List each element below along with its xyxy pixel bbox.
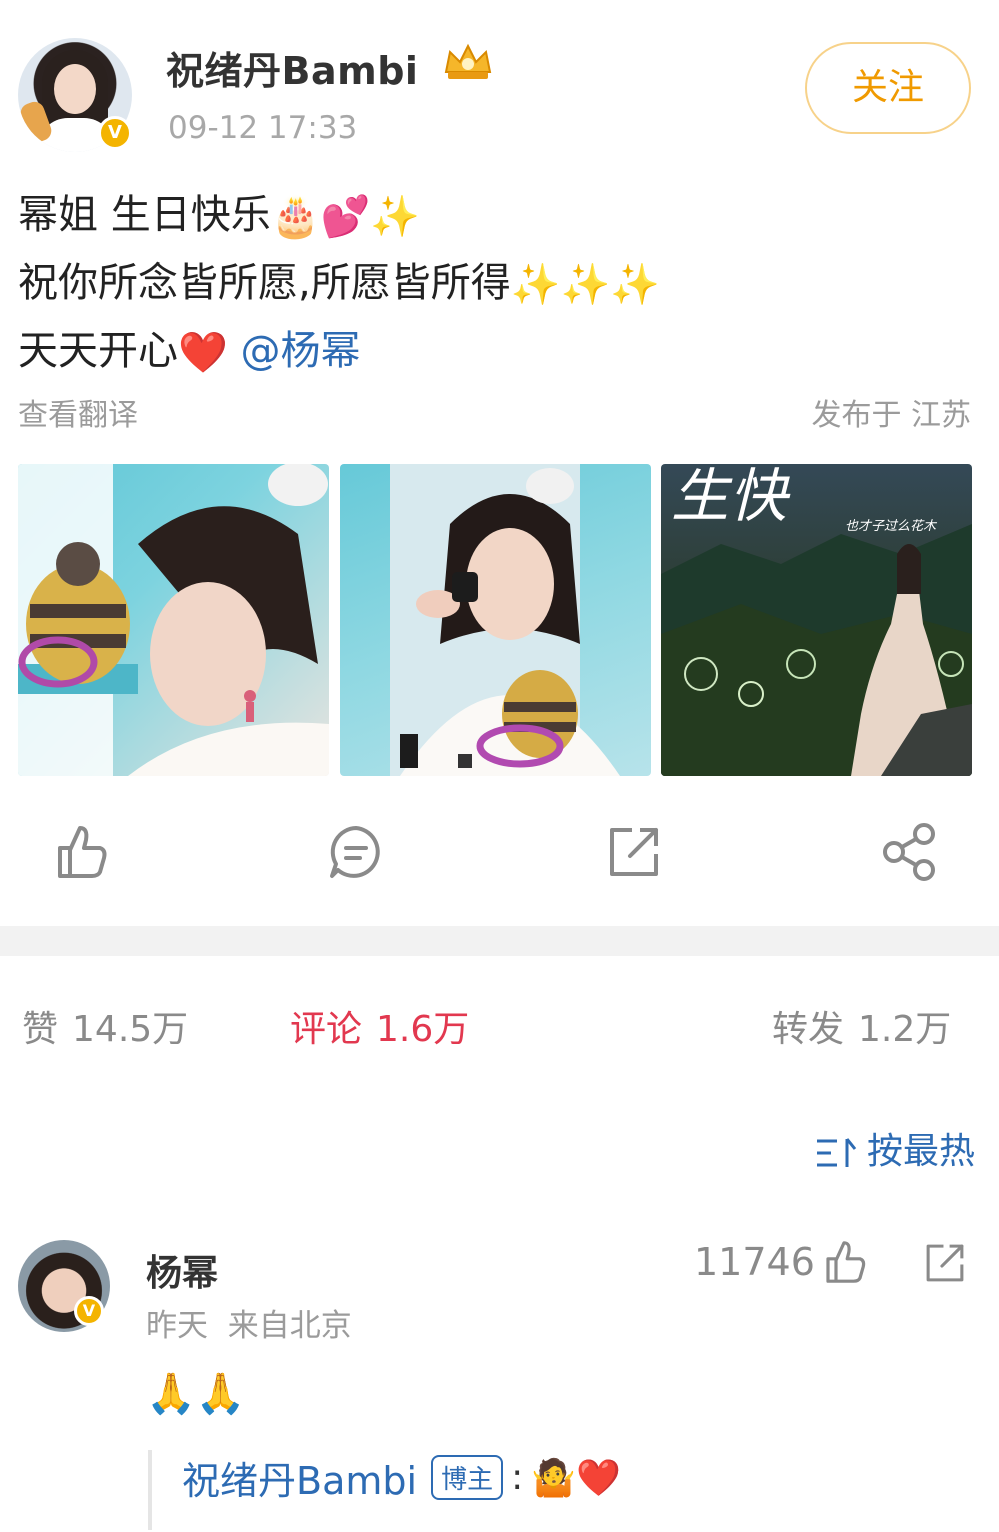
comment-like-count: 11746 [694,1240,815,1284]
cake-hearts-sparkles-emoji: 🎂💕✨ [270,194,421,240]
post-timestamp: 09-12 17:33 [168,110,358,146]
verified-badge-icon: V [98,116,132,150]
sort-icon [816,1138,857,1167]
comment-icon[interactable] [326,822,386,882]
tab-reposts[interactable]: 转发 1.2万 [772,1000,951,1052]
comment-thumbs-up-icon[interactable] [820,1238,868,1286]
reply-preview[interactable]: 祝绪丹Bambi 博主: 🤷❤️ [148,1450,848,1530]
sparkles-emoji: ✨✨✨ [510,262,661,308]
reply-author[interactable]: 祝绪丹Bambi [182,1459,417,1503]
post-image-1[interactable] [18,464,329,776]
comment-meta: 昨天 来自北京 [146,1308,352,1344]
sort-button[interactable]: 按最热 [815,1122,975,1174]
comment-body: 🙏🙏 [146,1371,246,1417]
post-image-3[interactable]: 生快 也才子过么花木 [661,464,972,776]
post-image-2[interactable] [340,464,651,776]
post-line-2: 祝你所念皆所愿,所愿皆所得✨✨✨ [18,250,978,318]
reply-emoji: 🤷❤️ [531,1457,621,1499]
post-header: V 祝绪丹Bambi 09-12 17:33 关注 [0,0,999,170]
sort-label: 按最热 [866,1131,975,1172]
section-divider [0,926,999,956]
post-location: 发布于 江苏 [811,398,971,433]
mention-link[interactable]: @杨幂 [241,328,361,374]
author-name[interactable]: 祝绪丹Bambi [166,40,418,95]
tab-comments[interactable]: 评论 1.6万 [290,1000,469,1052]
image3-subtitle: 也才子过么花木 [845,519,938,534]
follow-button[interactable]: 关注 [805,42,971,134]
heart-emoji: ❤️ [178,330,228,376]
comment-item: V 杨幂 昨天 来自北京 11746 🙏🙏 祝绪丹Bambi 博主: 🤷❤️ [0,1232,999,1532]
post-body: 幂姐 生日快乐🎂💕✨ 祝你所念皆所愿,所愿皆所得✨✨✨ 天天开心❤️ @杨幂 [18,182,978,386]
action-bar [0,812,999,902]
crown-badge-icon [444,43,492,79]
translate-link[interactable]: 查看翻译 [18,390,138,434]
share-icon[interactable] [880,822,940,882]
image3-title: 生快 [671,464,791,530]
image-grid: 生快 也才子过么花木 [18,464,973,776]
commenter-name[interactable]: 杨幂 [146,1244,218,1296]
thumbs-up-icon[interactable] [50,822,110,882]
host-tag: 博主 [431,1455,504,1500]
post-line-3: 天天开心❤️ @杨幂 [18,318,978,386]
stats-tabs: 赞 14.5万 评论 1.6万 转发 1.2万 [0,1000,999,1060]
comment-repost-icon[interactable] [922,1240,968,1286]
post-line-1: 幂姐 生日快乐🎂💕✨ [18,182,978,250]
tab-likes[interactable]: 赞 14.5万 [22,1000,188,1052]
verified-badge-icon: V [74,1296,104,1326]
repost-icon[interactable] [604,822,664,882]
